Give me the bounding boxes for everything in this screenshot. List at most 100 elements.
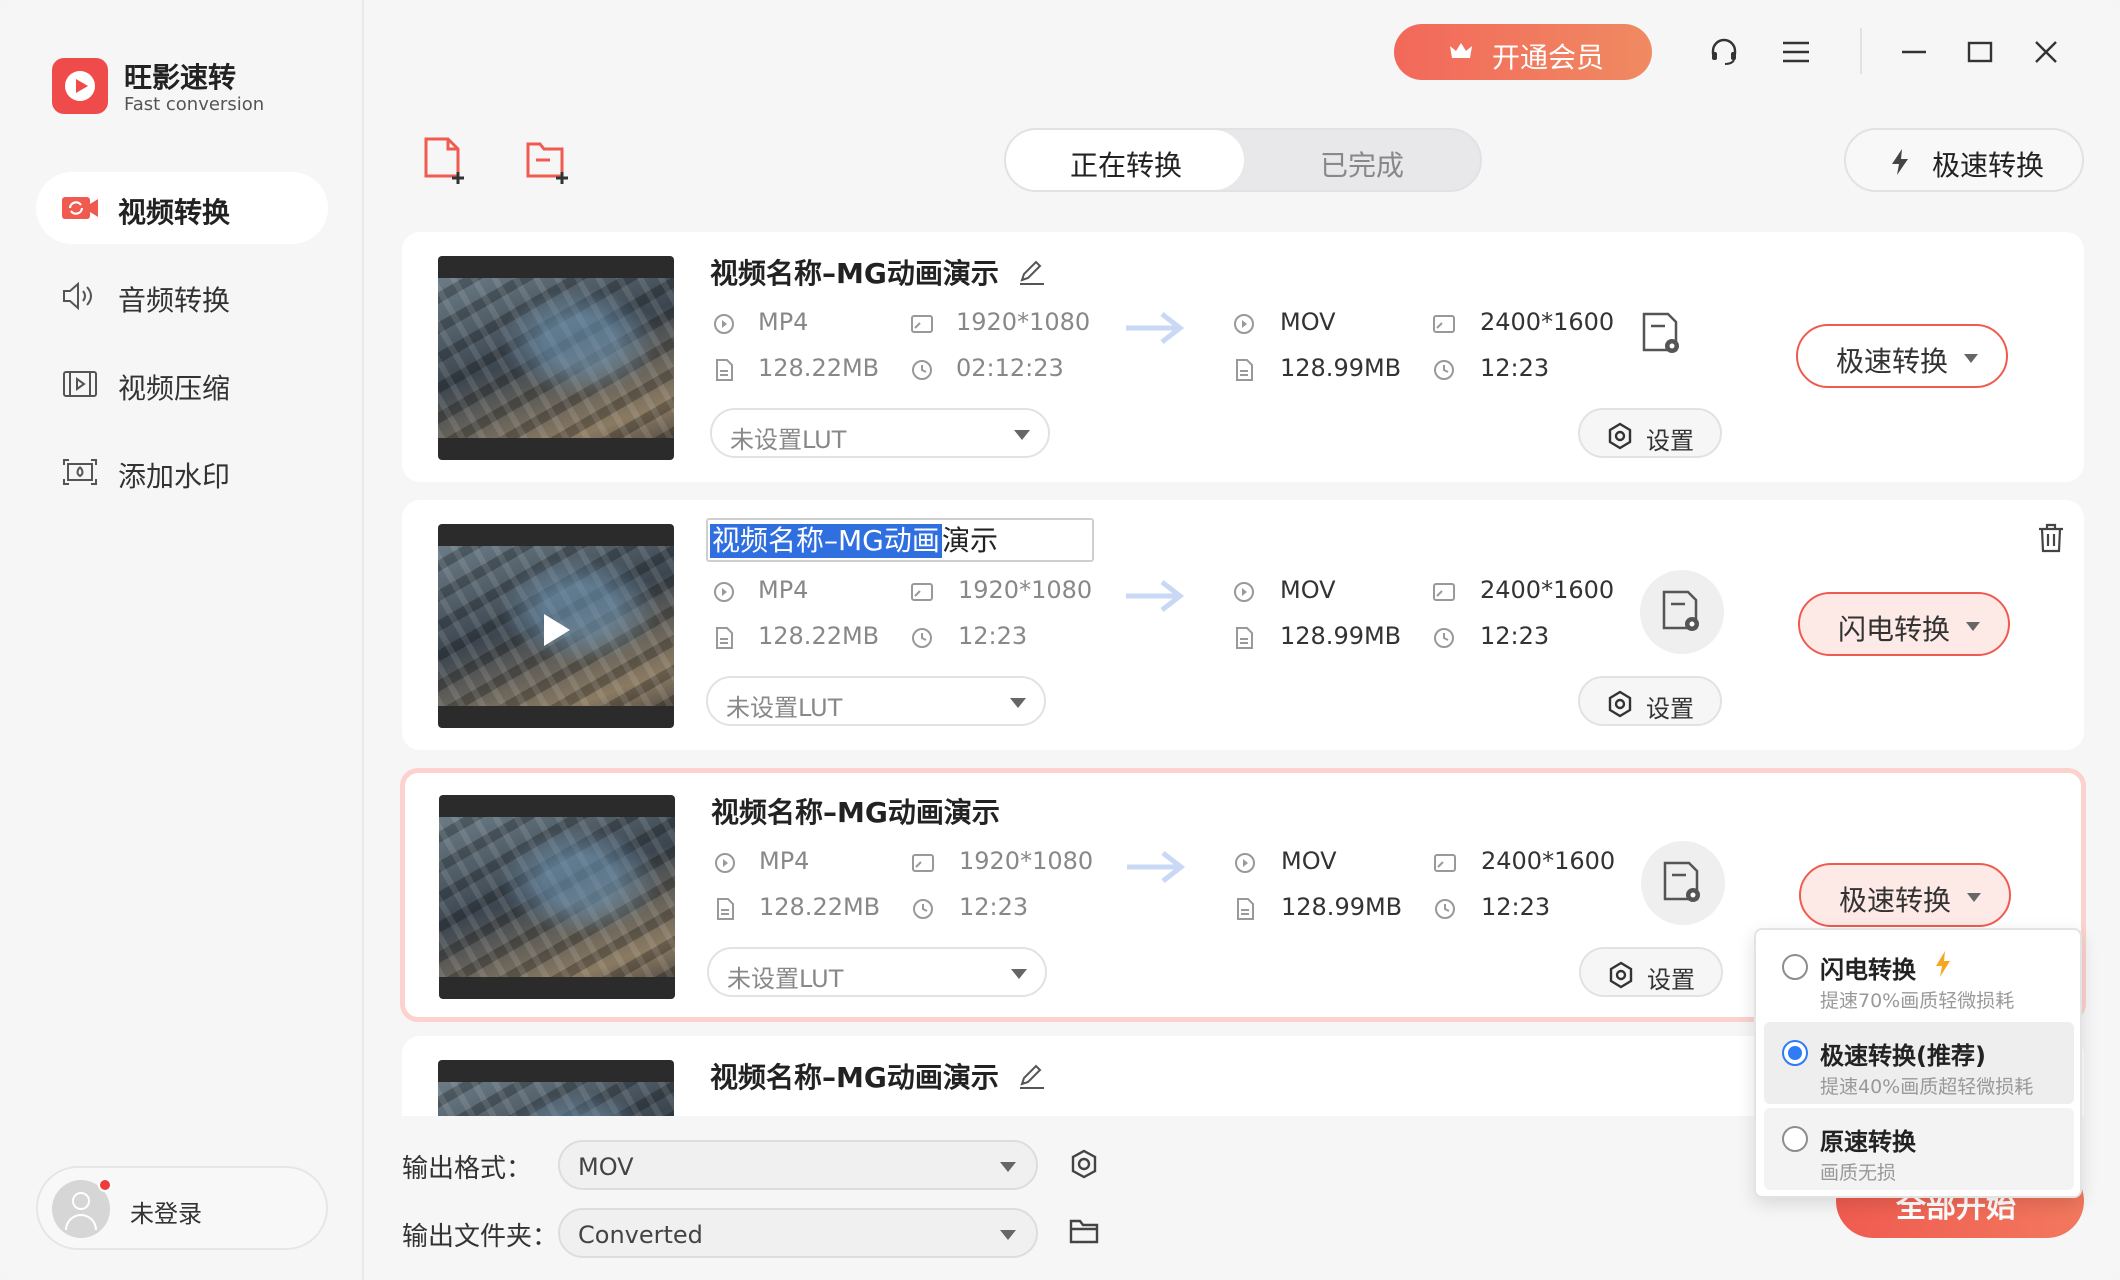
video-thumbnail[interactable] — [438, 256, 674, 460]
radio-button[interactable] — [1782, 954, 1808, 980]
lut-value: 未设置LUT — [727, 965, 844, 993]
option-lightning-convert[interactable]: 闪电转换 提速70%画质轻微损耗 — [1764, 936, 2074, 1018]
chevron-down-icon — [1967, 893, 1981, 902]
convert-mode-button[interactable]: 闪电转换 — [1798, 592, 2010, 656]
video-thumbnail[interactable] — [438, 524, 674, 728]
lut-select[interactable]: 未设置LUT — [710, 408, 1050, 458]
source-size: 128.22MB — [758, 354, 880, 382]
option-description: 画质无损 — [1820, 1162, 1897, 1184]
resolution-icon — [1433, 583, 1455, 601]
arrow-right-icon — [1126, 312, 1185, 344]
output-folder-label: 输出文件夹： — [402, 1222, 559, 1252]
lut-select[interactable]: 未设置LUT — [707, 947, 1047, 997]
duration-icon — [1434, 628, 1454, 648]
chevron-down-icon — [1000, 1230, 1016, 1240]
source-resolution: 1920*1080 — [956, 308, 1091, 336]
format-icon — [714, 582, 734, 602]
video-thumbnail[interactable] — [439, 795, 675, 999]
video-title: 视频名称–MG动画演示 — [710, 1061, 999, 1094]
chevron-down-icon — [1010, 698, 1026, 708]
target-duration: 12:23 — [1480, 354, 1550, 382]
format-icon — [1234, 314, 1254, 334]
play-icon[interactable] — [544, 614, 570, 646]
option-fast-convert[interactable]: 极速转换(推荐) 提速40%画质超轻微损耗 — [1764, 1022, 2074, 1104]
video-title: 视频名称–MG动画演示 — [711, 796, 1000, 829]
radio-button-selected[interactable] — [1782, 1040, 1808, 1066]
video-title: 视频名称–MG动画演示 — [710, 257, 999, 290]
arrow-right-icon — [1126, 580, 1185, 612]
file-card: 视频名称–MG动画 演示 MP4 1920*1080 128.22MB 12:2… — [402, 500, 2084, 750]
format-icon — [715, 853, 735, 873]
convert-mode-label: 极速转换 — [1836, 345, 1949, 378]
option-description: 提速40%画质超轻微损耗 — [1820, 1076, 2034, 1098]
target-format: MOV — [1281, 847, 1337, 875]
file-settings-icon[interactable] — [1638, 310, 1686, 358]
target-duration: 12:23 — [1481, 893, 1551, 921]
gear-icon — [1608, 422, 1632, 450]
convert-mode-button[interactable]: 极速转换 — [1799, 863, 2011, 927]
file-settings-button[interactable] — [1641, 841, 1725, 925]
chevron-down-icon — [1966, 622, 1980, 631]
video-thumbnail[interactable] — [438, 1060, 674, 1116]
settings-button[interactable]: 设置 — [1578, 408, 1722, 458]
convert-mode-button[interactable]: 极速转换 — [1796, 324, 2008, 388]
option-label: 闪电转换 — [1820, 956, 1916, 984]
arrow-right-icon — [1127, 851, 1186, 883]
lut-value: 未设置LUT — [730, 426, 847, 454]
source-resolution: 1920*1080 — [958, 576, 1093, 604]
folder-icon[interactable] — [1068, 1216, 1100, 1246]
resolution-icon — [911, 583, 933, 601]
target-size: 128.99MB — [1281, 893, 1403, 921]
edit-icon[interactable] — [1016, 256, 1048, 288]
output-folder-select[interactable]: Converted — [558, 1208, 1038, 1258]
trash-icon[interactable] — [2036, 522, 2066, 554]
file-size-icon — [1237, 898, 1254, 920]
chevron-down-icon — [1000, 1162, 1016, 1172]
target-resolution: 2400*1600 — [1481, 847, 1616, 875]
format-icon — [1234, 582, 1254, 602]
target-resolution: 2400*1600 — [1480, 308, 1615, 336]
source-format: MP4 — [759, 847, 810, 875]
title-rest-text: 演示 — [942, 524, 999, 557]
source-resolution: 1920*1080 — [959, 847, 1094, 875]
source-duration: 12:23 — [959, 893, 1029, 921]
edit-icon[interactable] — [1016, 1060, 1048, 1092]
option-original-speed[interactable]: 原速转换 画质无损 — [1764, 1108, 2074, 1190]
source-duration: 02:12:23 — [956, 354, 1064, 382]
app-window: 旺影速转 Fast conversion 视频转换 音频转换 视频压缩 添加水印… — [0, 0, 2120, 1280]
settings-button[interactable]: 设置 — [1578, 676, 1722, 726]
login-button[interactable]: 未登录 — [36, 1166, 328, 1250]
duration-icon — [1434, 360, 1454, 380]
resolution-icon — [912, 854, 934, 872]
settings-label: 设置 — [1647, 966, 1695, 994]
option-label: 极速转换(推荐) — [1820, 1042, 1986, 1070]
lightning-icon — [1936, 951, 1950, 977]
option-description: 提速70%画质轻微损耗 — [1820, 990, 2015, 1012]
file-settings-button[interactable] — [1640, 570, 1724, 654]
target-duration: 12:23 — [1480, 622, 1550, 650]
gear-icon — [1608, 690, 1632, 718]
target-size: 128.99MB — [1280, 354, 1402, 382]
resolution-icon — [1433, 315, 1455, 333]
file-settings-icon — [1662, 590, 1699, 631]
file-size-icon — [716, 359, 733, 381]
duration-icon — [912, 628, 932, 648]
settings-label: 设置 — [1646, 427, 1694, 455]
output-format-select[interactable]: MOV — [558, 1140, 1038, 1190]
target-format: MOV — [1280, 308, 1336, 336]
title-input[interactable]: 视频名称–MG动画 演示 — [706, 518, 1094, 562]
resolution-icon — [1434, 854, 1456, 872]
convert-mode-dropdown: 闪电转换 提速70%画质轻微损耗 极速转换(推荐) 提速40%画质超轻微损耗 原… — [1754, 928, 2082, 1198]
radio-button[interactable] — [1782, 1126, 1808, 1152]
format-settings-icon[interactable] — [1068, 1148, 1100, 1180]
chevron-down-icon — [1011, 969, 1027, 979]
chevron-down-icon — [1014, 430, 1030, 440]
login-label: 未登录 — [130, 1200, 202, 1228]
target-format: MOV — [1280, 576, 1336, 604]
target-resolution: 2400*1600 — [1480, 576, 1615, 604]
notification-dot — [98, 1178, 112, 1192]
lut-select[interactable]: 未设置LUT — [706, 676, 1046, 726]
settings-button[interactable]: 设置 — [1579, 947, 1723, 997]
file-settings-icon — [1663, 861, 1700, 902]
title-selected-text: 视频名称–MG动画 — [710, 524, 942, 558]
